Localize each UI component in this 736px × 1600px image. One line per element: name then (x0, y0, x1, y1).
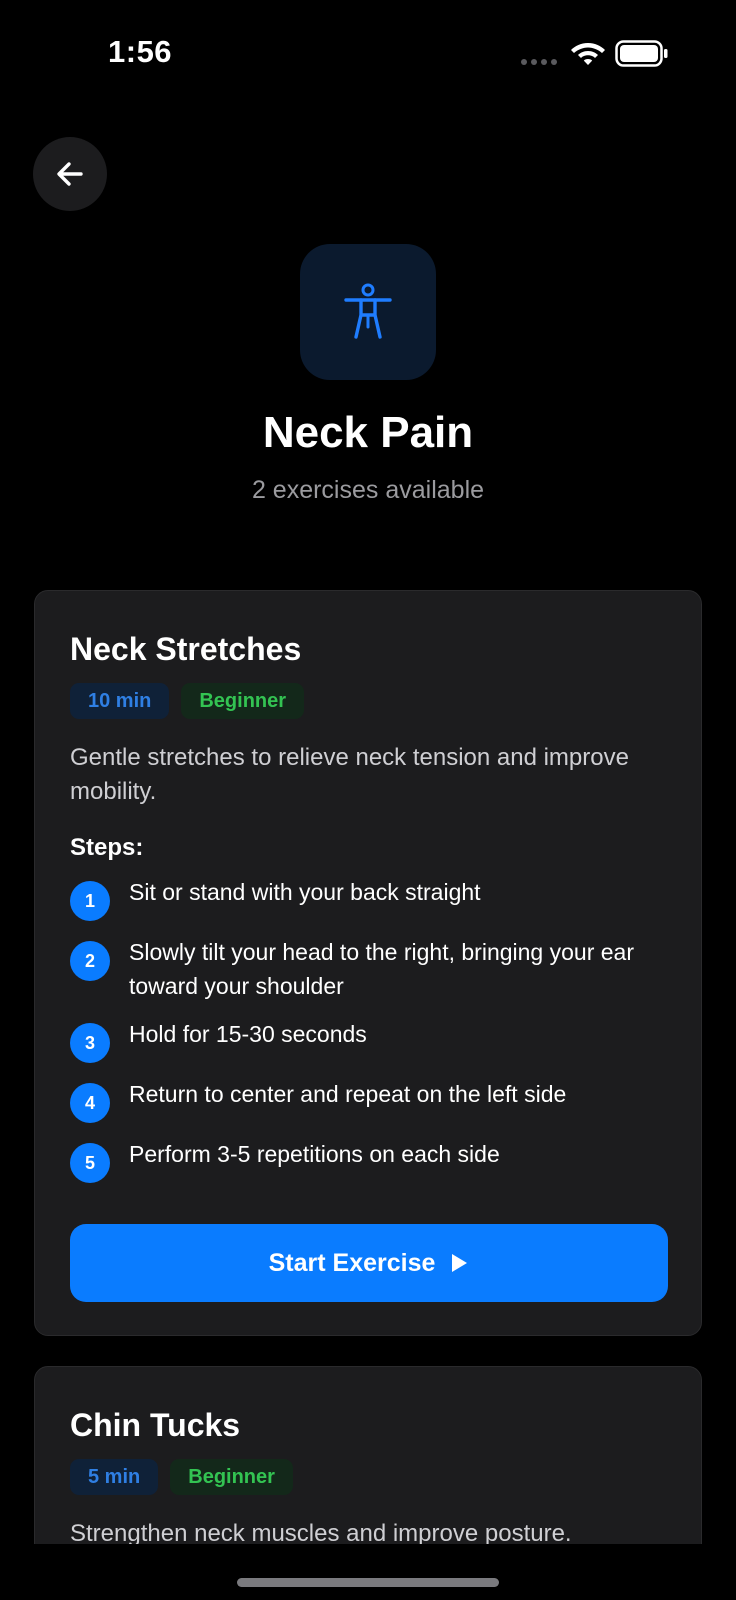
exercise-tags: 10 min Beginner (70, 683, 666, 719)
level-badge: Beginner (181, 683, 305, 719)
step-text: Return to center and repeat on the left … (129, 1081, 567, 1107)
step-text: Sit or stand with your back straight (129, 879, 481, 905)
home-indicator[interactable] (237, 1578, 499, 1587)
step-number-badge: 4 (70, 1083, 110, 1123)
step-text: Perform 3-5 repetitions on each side (129, 1141, 500, 1167)
exercise-description: Gentle stretches to relieve neck tension… (70, 744, 629, 805)
duration-badge: 5 min (70, 1459, 159, 1495)
exercise-card-neck-stretches: Neck Stretches 10 min Beginner Gentle st… (34, 590, 702, 1336)
page-subtitle: 2 exercises available (251, 476, 485, 504)
signal-dots-icon (521, 59, 557, 65)
status-bar: 1:56 (0, 0, 736, 110)
battery-icon (615, 40, 668, 67)
step-item: 1 Sit or stand with your back straight (70, 875, 666, 921)
level-badge: Beginner (170, 1459, 293, 1495)
bottom-safe-area (0, 1544, 736, 1600)
page-title: Neck Pain (262, 408, 474, 457)
step-number-badge: 1 (70, 881, 110, 921)
step-number-badge: 5 (70, 1143, 110, 1183)
exercise-title: Neck Stretches (70, 631, 302, 667)
steps-heading: Steps: (70, 834, 144, 861)
category-icon-tile (300, 244, 436, 380)
person-figure-icon (344, 283, 392, 339)
start-exercise-label: Start Exercise (268, 1248, 436, 1277)
exercise-title: Chin Tucks (70, 1407, 241, 1443)
steps-list: 1 Sit or stand with your back straight 2… (70, 875, 666, 1183)
duration-badge: 10 min (70, 683, 170, 719)
step-item: 2 Slowly tilt your head to the right, br… (70, 935, 666, 1003)
step-number-badge: 2 (70, 941, 110, 981)
step-text: Slowly tilt your head to the right, brin… (129, 939, 634, 999)
step-item: 4 Return to center and repeat on the lef… (70, 1077, 666, 1123)
back-button[interactable] (33, 137, 107, 211)
status-time: 1:56 (108, 34, 173, 69)
screen: 1:56 Neck Pain 2 exercises available Nec… (0, 0, 736, 1600)
step-item: 5 Perform 3-5 repetitions on each side (70, 1137, 666, 1183)
play-icon (452, 1254, 468, 1272)
step-item: 3 Hold for 15-30 seconds (70, 1017, 666, 1063)
start-exercise-button[interactable]: Start Exercise (70, 1224, 668, 1302)
exercise-tags: 5 min Beginner (70, 1459, 666, 1495)
wifi-icon (571, 43, 605, 65)
arrow-left-icon (57, 162, 83, 186)
step-number-badge: 3 (70, 1023, 110, 1063)
step-text: Hold for 15-30 seconds (129, 1021, 367, 1047)
